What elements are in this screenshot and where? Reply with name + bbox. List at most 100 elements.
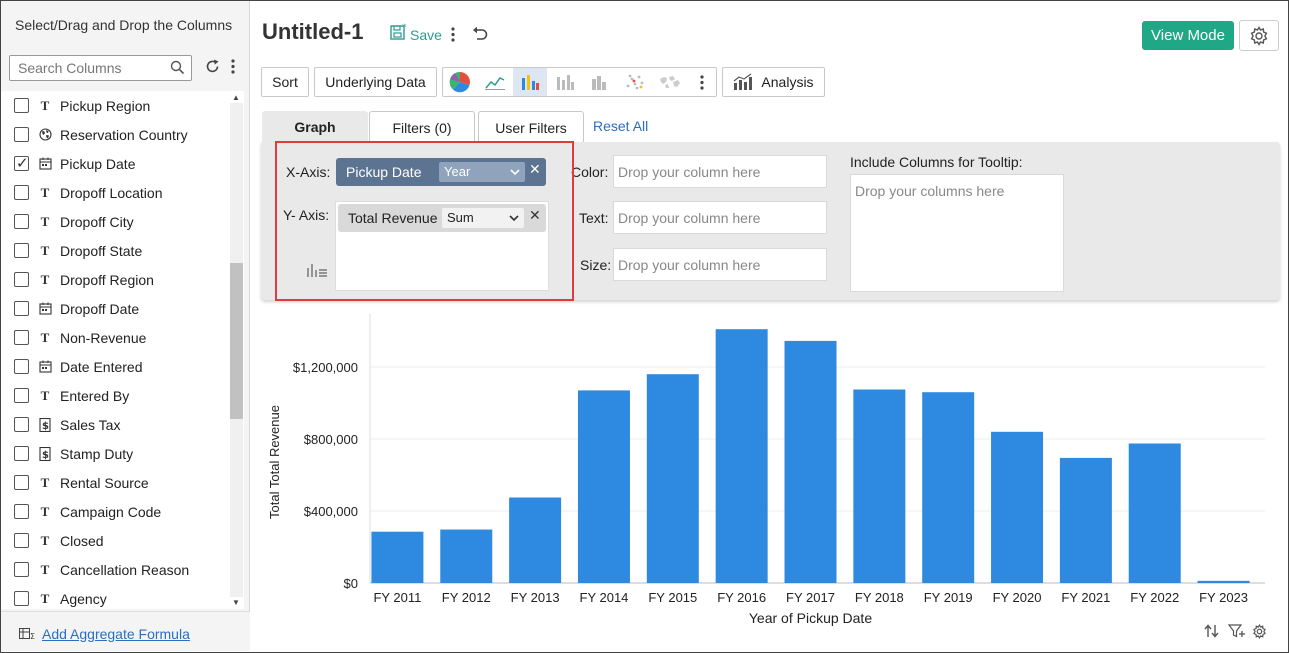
y-tick-label: $400,000 (304, 504, 358, 519)
column-item[interactable]: Dropoff Date (1, 294, 229, 323)
stacked-bar-icon[interactable] (548, 68, 582, 96)
save-button[interactable]: * Save (390, 23, 442, 43)
x-tick-label: FY 2013 (511, 590, 560, 605)
report-menu-icon[interactable] (449, 26, 457, 46)
analysis-button[interactable]: Analysis (722, 67, 825, 97)
column-checkbox[interactable] (14, 591, 29, 606)
tooltip-drop-field[interactable]: Drop your columns here (850, 174, 1064, 292)
search-icon[interactable] (170, 60, 185, 78)
line-chart-icon[interactable] (478, 68, 512, 96)
column-item[interactable]: T Rental Source (1, 468, 229, 497)
refresh-icon[interactable] (204, 58, 221, 78)
column-checkbox[interactable] (14, 185, 29, 200)
text-type-icon: T (40, 503, 50, 519)
column-checkbox[interactable] (14, 243, 29, 258)
x-tick-label: FY 2014 (580, 590, 629, 605)
column-item[interactable]: T Dropoff Location (1, 178, 229, 207)
column-checkbox[interactable] (14, 272, 29, 287)
column-checkbox[interactable] (14, 417, 29, 432)
column-checkbox[interactable] (14, 475, 29, 490)
column-item[interactable]: T Dropoff Region (1, 265, 229, 294)
settings-button[interactable] (1239, 20, 1279, 51)
column-label: Entered By (60, 387, 130, 404)
undo-icon[interactable] (472, 26, 488, 45)
add-measure-icon[interactable] (306, 262, 328, 281)
x-axis-pill[interactable]: Pickup Date Year ✕ (336, 158, 546, 186)
column-checkbox[interactable] (14, 154, 29, 172)
sort-button[interactable]: Sort (261, 67, 309, 97)
x-axis-aggregate-select[interactable]: Year (439, 162, 525, 182)
underlying-data-button[interactable]: Underlying Data (314, 67, 437, 97)
column-list-scrollbar[interactable]: ▲ ▼ (229, 91, 244, 609)
tab-filters[interactable]: Filters (0) (369, 111, 475, 143)
pie-chart-icon[interactable] (443, 68, 477, 96)
svg-text:$: $ (42, 421, 49, 432)
reset-all-link[interactable]: Reset All (593, 118, 648, 134)
text-type-icon: T (40, 97, 50, 113)
scrollbar-thumb[interactable] (230, 263, 243, 419)
bar-chart-icon[interactable] (513, 68, 547, 96)
column-checkbox[interactable] (14, 330, 29, 345)
column-checkbox[interactable] (14, 214, 29, 229)
column-item[interactable]: T Dropoff City (1, 207, 229, 236)
map-chart-icon[interactable] (653, 68, 687, 96)
text-drop-field[interactable]: Drop your column here (613, 201, 827, 234)
scatter-chart-icon[interactable] (618, 68, 652, 96)
scroll-down-arrow[interactable]: ▼ (232, 598, 240, 607)
svg-text:Σ: Σ (30, 632, 35, 640)
sort-chart-icon[interactable] (1204, 624, 1220, 641)
bar (1059, 457, 1112, 583)
column-item[interactable]: $ Sales Tax (1, 410, 229, 439)
column-item[interactable]: Pickup Date (1, 149, 229, 178)
tab-user-filters[interactable]: User Filters (478, 111, 584, 143)
chart-settings-icon[interactable] (1252, 623, 1267, 642)
add-aggregate-formula-link[interactable]: Add Aggregate Formula (42, 626, 190, 642)
bar (646, 374, 699, 583)
column-item[interactable]: T Agency (1, 584, 229, 609)
more-options-icon[interactable] (229, 58, 237, 78)
column-item[interactable]: T Cancellation Reason (1, 555, 229, 584)
tab-graph[interactable]: Graph (262, 111, 368, 143)
tooltip-columns-label: Include Columns for Tooltip: (850, 154, 1023, 170)
column-item[interactable]: T Dropoff State (1, 236, 229, 265)
column-item[interactable]: T Pickup Region (1, 91, 229, 120)
scroll-up-arrow[interactable]: ▲ (232, 93, 240, 102)
x-axis-title: Year of Pickup Date (749, 610, 872, 626)
bar (922, 392, 975, 583)
color-drop-field[interactable]: Drop your column here (613, 155, 827, 188)
column-item[interactable]: T Non-Revenue (1, 323, 229, 352)
column-checkbox[interactable] (14, 359, 29, 374)
search-input[interactable] (10, 56, 160, 80)
search-columns-field[interactable] (9, 55, 192, 81)
column-item[interactable]: Reservation Country (1, 120, 229, 149)
column-item[interactable]: T Campaign Code (1, 497, 229, 526)
column-item[interactable]: Date Entered (1, 352, 229, 381)
column-label: Sales Tax (60, 416, 121, 433)
y-axis-aggregate-select[interactable]: Sum (442, 208, 524, 228)
bar (853, 389, 906, 583)
chart-type-group (442, 67, 717, 97)
column-checkbox[interactable] (14, 301, 29, 316)
column-checkbox[interactable] (14, 504, 29, 519)
histogram-icon[interactable] (583, 68, 617, 96)
column-checkbox[interactable] (14, 127, 29, 142)
remove-x-axis-icon[interactable]: ✕ (529, 162, 541, 178)
size-drop-field[interactable]: Drop your column here (613, 248, 827, 281)
column-item[interactable]: T Entered By (1, 381, 229, 410)
add-filter-icon[interactable] (1227, 624, 1246, 641)
sidebar-title: Select/Drag and Drop the Columns (15, 17, 233, 33)
column-checkbox[interactable] (14, 388, 29, 403)
text-type-icon: T (40, 474, 50, 490)
column-item[interactable]: T Closed (1, 526, 229, 555)
column-item[interactable]: $ Stamp Duty (1, 439, 229, 468)
bar (1197, 580, 1250, 583)
column-checkbox[interactable] (14, 533, 29, 548)
y-axis-pill[interactable]: Total Revenue Sum ✕ (338, 204, 546, 232)
remove-y-axis-icon[interactable]: ✕ (529, 208, 541, 224)
more-charts-icon[interactable] (688, 68, 716, 96)
view-mode-button[interactable]: View Mode (1142, 21, 1234, 50)
column-checkbox[interactable] (14, 562, 29, 577)
column-checkbox[interactable] (14, 446, 29, 461)
report-title[interactable]: Untitled-1 (262, 19, 363, 45)
column-checkbox[interactable] (14, 98, 29, 113)
